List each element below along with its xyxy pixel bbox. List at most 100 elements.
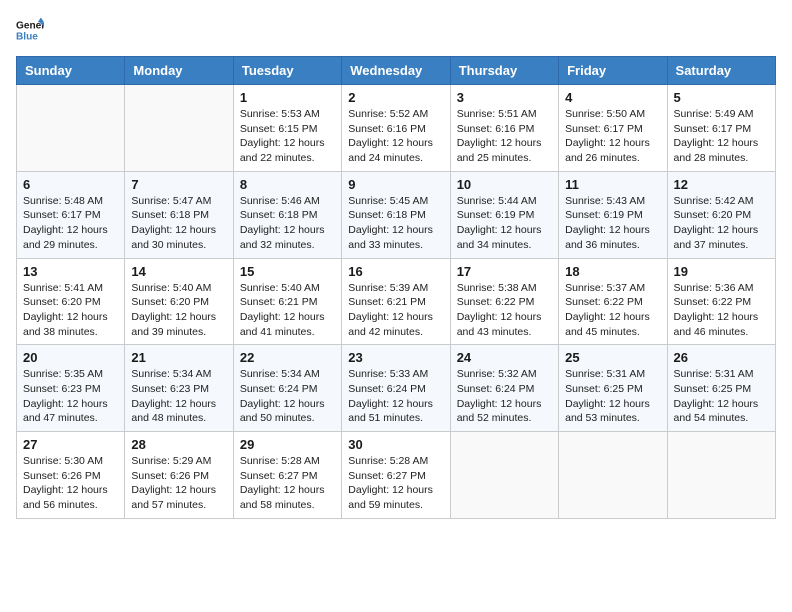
calendar-cell: 4 Sunrise: 5:50 AM Sunset: 6:17 PM Daylig… <box>559 85 667 172</box>
day-number: 26 <box>674 350 769 365</box>
calendar-cell: 23 Sunrise: 5:33 AM Sunset: 6:24 PM Dayli… <box>342 345 450 432</box>
day-number: 5 <box>674 90 769 105</box>
calendar-cell: 28 Sunrise: 5:29 AM Sunset: 6:26 PM Dayli… <box>125 432 233 519</box>
calendar-cell: 6Sunrise: 5:48 AM Sunset: 6:17 PM Daylig… <box>17 171 125 258</box>
day-info: Sunrise: 5:29 AM Sunset: 6:26 PM Dayligh… <box>131 454 226 513</box>
day-info: Sunrise: 5:34 AM Sunset: 6:24 PM Dayligh… <box>240 367 335 426</box>
day-number: 8 <box>240 177 335 192</box>
day-number: 2 <box>348 90 443 105</box>
day-number: 3 <box>457 90 552 105</box>
day-info: Sunrise: 5:28 AM Sunset: 6:27 PM Dayligh… <box>240 454 335 513</box>
day-info: Sunrise: 5:30 AM Sunset: 6:26 PM Dayligh… <box>23 454 118 513</box>
day-info: Sunrise: 5:53 AM Sunset: 6:15 PM Dayligh… <box>240 107 335 166</box>
weekday-header-wednesday: Wednesday <box>342 57 450 85</box>
weekday-header-sunday: Sunday <box>17 57 125 85</box>
day-number: 30 <box>348 437 443 452</box>
calendar-cell: 22 Sunrise: 5:34 AM Sunset: 6:24 PM Dayli… <box>233 345 341 432</box>
calendar-cell: 26 Sunrise: 5:31 AM Sunset: 6:25 PM Dayli… <box>667 345 775 432</box>
day-info: Sunrise: 5:34 AM Sunset: 6:23 PM Dayligh… <box>131 367 226 426</box>
day-info: Sunrise: 5:49 AM Sunset: 6:17 PM Dayligh… <box>674 107 769 166</box>
calendar-cell: 29 Sunrise: 5:28 AM Sunset: 6:27 PM Dayli… <box>233 432 341 519</box>
day-number: 23 <box>348 350 443 365</box>
day-number: 4 <box>565 90 660 105</box>
header: General Blue <box>16 16 776 44</box>
day-info: Sunrise: 5:45 AM Sunset: 6:18 PM Dayligh… <box>348 194 443 253</box>
day-number: 19 <box>674 264 769 279</box>
day-number: 24 <box>457 350 552 365</box>
calendar-cell: 13 Sunrise: 5:41 AM Sunset: 6:20 PM Dayli… <box>17 258 125 345</box>
day-info: Sunrise: 5:31 AM Sunset: 6:25 PM Dayligh… <box>674 367 769 426</box>
calendar-cell: 5 Sunrise: 5:49 AM Sunset: 6:17 PM Daylig… <box>667 85 775 172</box>
day-number: 27 <box>23 437 118 452</box>
day-number: 13 <box>23 264 118 279</box>
day-number: 11 <box>565 177 660 192</box>
day-info: Sunrise: 5:46 AM Sunset: 6:18 PM Dayligh… <box>240 194 335 253</box>
day-info: Sunrise: 5:40 AM Sunset: 6:20 PM Dayligh… <box>131 281 226 340</box>
calendar-cell <box>125 85 233 172</box>
calendar-cell: 7 Sunrise: 5:47 AM Sunset: 6:18 PM Daylig… <box>125 171 233 258</box>
day-info: Sunrise: 5:38 AM Sunset: 6:22 PM Dayligh… <box>457 281 552 340</box>
day-number: 22 <box>240 350 335 365</box>
calendar-cell: 14 Sunrise: 5:40 AM Sunset: 6:20 PM Dayli… <box>125 258 233 345</box>
day-info: Sunrise: 5:39 AM Sunset: 6:21 PM Dayligh… <box>348 281 443 340</box>
day-number: 1 <box>240 90 335 105</box>
day-info: Sunrise: 5:43 AM Sunset: 6:19 PM Dayligh… <box>565 194 660 253</box>
day-number: 12 <box>674 177 769 192</box>
logo: General Blue <box>16 16 48 44</box>
calendar-cell: 25Sunrise: 5:31 AM Sunset: 6:25 PM Dayli… <box>559 345 667 432</box>
day-info: Sunrise: 5:50 AM Sunset: 6:17 PM Dayligh… <box>565 107 660 166</box>
day-info: Sunrise: 5:32 AM Sunset: 6:24 PM Dayligh… <box>457 367 552 426</box>
day-info: Sunrise: 5:40 AM Sunset: 6:21 PM Dayligh… <box>240 281 335 340</box>
day-number: 9 <box>348 177 443 192</box>
day-info: Sunrise: 5:44 AM Sunset: 6:19 PM Dayligh… <box>457 194 552 253</box>
calendar-cell <box>559 432 667 519</box>
calendar-cell: 16 Sunrise: 5:39 AM Sunset: 6:21 PM Dayli… <box>342 258 450 345</box>
day-number: 7 <box>131 177 226 192</box>
day-number: 28 <box>131 437 226 452</box>
week-row-3: 13 Sunrise: 5:41 AM Sunset: 6:20 PM Dayli… <box>17 258 776 345</box>
day-info: Sunrise: 5:52 AM Sunset: 6:16 PM Dayligh… <box>348 107 443 166</box>
calendar-cell: 24 Sunrise: 5:32 AM Sunset: 6:24 PM Dayli… <box>450 345 558 432</box>
calendar-cell: 27 Sunrise: 5:30 AM Sunset: 6:26 PM Dayli… <box>17 432 125 519</box>
day-info: Sunrise: 5:35 AM Sunset: 6:23 PM Dayligh… <box>23 367 118 426</box>
day-number: 20 <box>23 350 118 365</box>
calendar-cell: 10 Sunrise: 5:44 AM Sunset: 6:19 PM Dayli… <box>450 171 558 258</box>
weekday-header-monday: Monday <box>125 57 233 85</box>
svg-text:Blue: Blue <box>16 31 38 42</box>
calendar-cell: 17 Sunrise: 5:38 AM Sunset: 6:22 PM Dayli… <box>450 258 558 345</box>
day-info: Sunrise: 5:37 AM Sunset: 6:22 PM Dayligh… <box>565 281 660 340</box>
weekday-header-saturday: Saturday <box>667 57 775 85</box>
day-number: 16 <box>348 264 443 279</box>
day-info: Sunrise: 5:41 AM Sunset: 6:20 PM Dayligh… <box>23 281 118 340</box>
logo-icon: General Blue <box>16 16 44 44</box>
weekday-header-row: SundayMondayTuesdayWednesdayThursdayFrid… <box>17 57 776 85</box>
calendar-cell: 19Sunrise: 5:36 AM Sunset: 6:22 PM Dayli… <box>667 258 775 345</box>
day-number: 29 <box>240 437 335 452</box>
day-info: Sunrise: 5:33 AM Sunset: 6:24 PM Dayligh… <box>348 367 443 426</box>
day-info: Sunrise: 5:51 AM Sunset: 6:16 PM Dayligh… <box>457 107 552 166</box>
calendar-cell <box>17 85 125 172</box>
weekday-header-friday: Friday <box>559 57 667 85</box>
calendar-cell: 11 Sunrise: 5:43 AM Sunset: 6:19 PM Dayli… <box>559 171 667 258</box>
day-number: 17 <box>457 264 552 279</box>
calendar-cell <box>450 432 558 519</box>
week-row-4: 20 Sunrise: 5:35 AM Sunset: 6:23 PM Dayli… <box>17 345 776 432</box>
day-number: 15 <box>240 264 335 279</box>
week-row-1: 1 Sunrise: 5:53 AM Sunset: 6:15 PM Daylig… <box>17 85 776 172</box>
week-row-2: 6Sunrise: 5:48 AM Sunset: 6:17 PM Daylig… <box>17 171 776 258</box>
calendar-cell: 8 Sunrise: 5:46 AM Sunset: 6:18 PM Daylig… <box>233 171 341 258</box>
weekday-header-thursday: Thursday <box>450 57 558 85</box>
day-info: Sunrise: 5:47 AM Sunset: 6:18 PM Dayligh… <box>131 194 226 253</box>
day-number: 18 <box>565 264 660 279</box>
calendar-cell: 3 Sunrise: 5:51 AM Sunset: 6:16 PM Daylig… <box>450 85 558 172</box>
calendar-cell <box>667 432 775 519</box>
day-number: 10 <box>457 177 552 192</box>
calendar-cell: 15 Sunrise: 5:40 AM Sunset: 6:21 PM Dayli… <box>233 258 341 345</box>
day-number: 14 <box>131 264 226 279</box>
day-info: Sunrise: 5:48 AM Sunset: 6:17 PM Dayligh… <box>23 194 118 253</box>
calendar-cell: 12Sunrise: 5:42 AM Sunset: 6:20 PM Dayli… <box>667 171 775 258</box>
calendar-cell: 2 Sunrise: 5:52 AM Sunset: 6:16 PM Daylig… <box>342 85 450 172</box>
calendar-cell: 30 Sunrise: 5:28 AM Sunset: 6:27 PM Dayli… <box>342 432 450 519</box>
day-info: Sunrise: 5:28 AM Sunset: 6:27 PM Dayligh… <box>348 454 443 513</box>
day-number: 25 <box>565 350 660 365</box>
